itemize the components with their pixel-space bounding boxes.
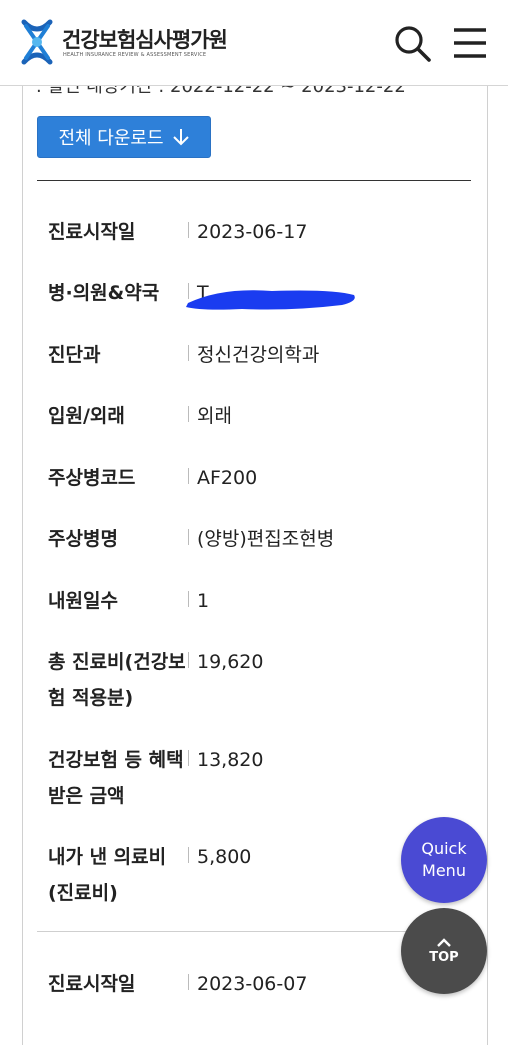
row-value: 2023-06-17	[197, 221, 308, 243]
hamburger-menu-icon	[454, 28, 486, 58]
quick-menu-button[interactable]: Quick Menu	[401, 817, 487, 903]
row-value: 2023-06-07	[197, 973, 308, 995]
row-divider	[188, 847, 189, 863]
row-value: AF200	[197, 467, 258, 489]
row-label: 건강보험 등 혜택 받은 금액	[48, 749, 184, 807]
row-label: 내원일수	[48, 590, 118, 612]
quick-menu-line2: Menu	[422, 861, 466, 880]
row-divider	[188, 529, 189, 545]
row-label: 주상병명	[48, 528, 118, 550]
row-value: 13,820	[197, 749, 264, 771]
row-value: 정신건강의학과	[197, 344, 320, 366]
org-subtitle: HEALTH INSURANCE REVIEW & ASSESSMENT SER…	[63, 52, 207, 58]
app-header: 건강보험심사평가원 HEALTH INSURANCE REVIEW & ASSE…	[0, 0, 508, 86]
top-label: TOP	[429, 949, 459, 965]
row-divider	[188, 652, 189, 668]
row-label: 내가 낸 의료비(진료비)	[48, 846, 167, 904]
scroll-top-button[interactable]: TOP	[401, 908, 487, 994]
row-divider	[188, 222, 189, 238]
row-label: 진료시작일	[48, 221, 136, 243]
row-label: 진단과	[48, 344, 101, 366]
row-value: 1	[197, 590, 210, 612]
logo-mark-icon	[21, 19, 53, 65]
section-divider	[37, 180, 471, 181]
row-divider	[188, 468, 189, 484]
chevron-up-icon	[437, 937, 451, 947]
org-name: 건강보험심사평가원	[62, 28, 228, 52]
redaction-mark	[186, 290, 355, 310]
row-label: 총 진료비(건강보험 적용분)	[48, 651, 186, 709]
row-divider	[188, 345, 189, 361]
search-icon	[395, 26, 431, 62]
row-label: 주상병코드	[48, 467, 136, 489]
row-divider	[188, 974, 189, 990]
row-label: 병·의원&약국	[48, 282, 160, 304]
row-value: 19,620	[197, 651, 264, 673]
row-divider	[188, 750, 189, 766]
row-value: (양방)편집조현병	[197, 528, 335, 550]
download-all-button[interactable]: 전체 다운로드	[37, 116, 211, 158]
row-divider	[188, 591, 189, 607]
quick-menu-line1: Quick	[421, 839, 467, 858]
row-divider	[188, 406, 189, 422]
arrow-down-icon	[172, 129, 189, 146]
row-label: 진료시작일	[48, 973, 136, 995]
row-value: 외래	[197, 405, 232, 427]
menu-button[interactable]	[450, 24, 490, 64]
search-button[interactable]	[393, 24, 433, 64]
org-logo[interactable]: 건강보험심사평가원 HEALTH INSURANCE REVIEW & ASSE…	[20, 18, 240, 68]
row-value: 5,800	[197, 846, 252, 868]
row-label: 입원/외래	[48, 405, 125, 427]
download-label: 전체 다운로드	[58, 128, 164, 149]
